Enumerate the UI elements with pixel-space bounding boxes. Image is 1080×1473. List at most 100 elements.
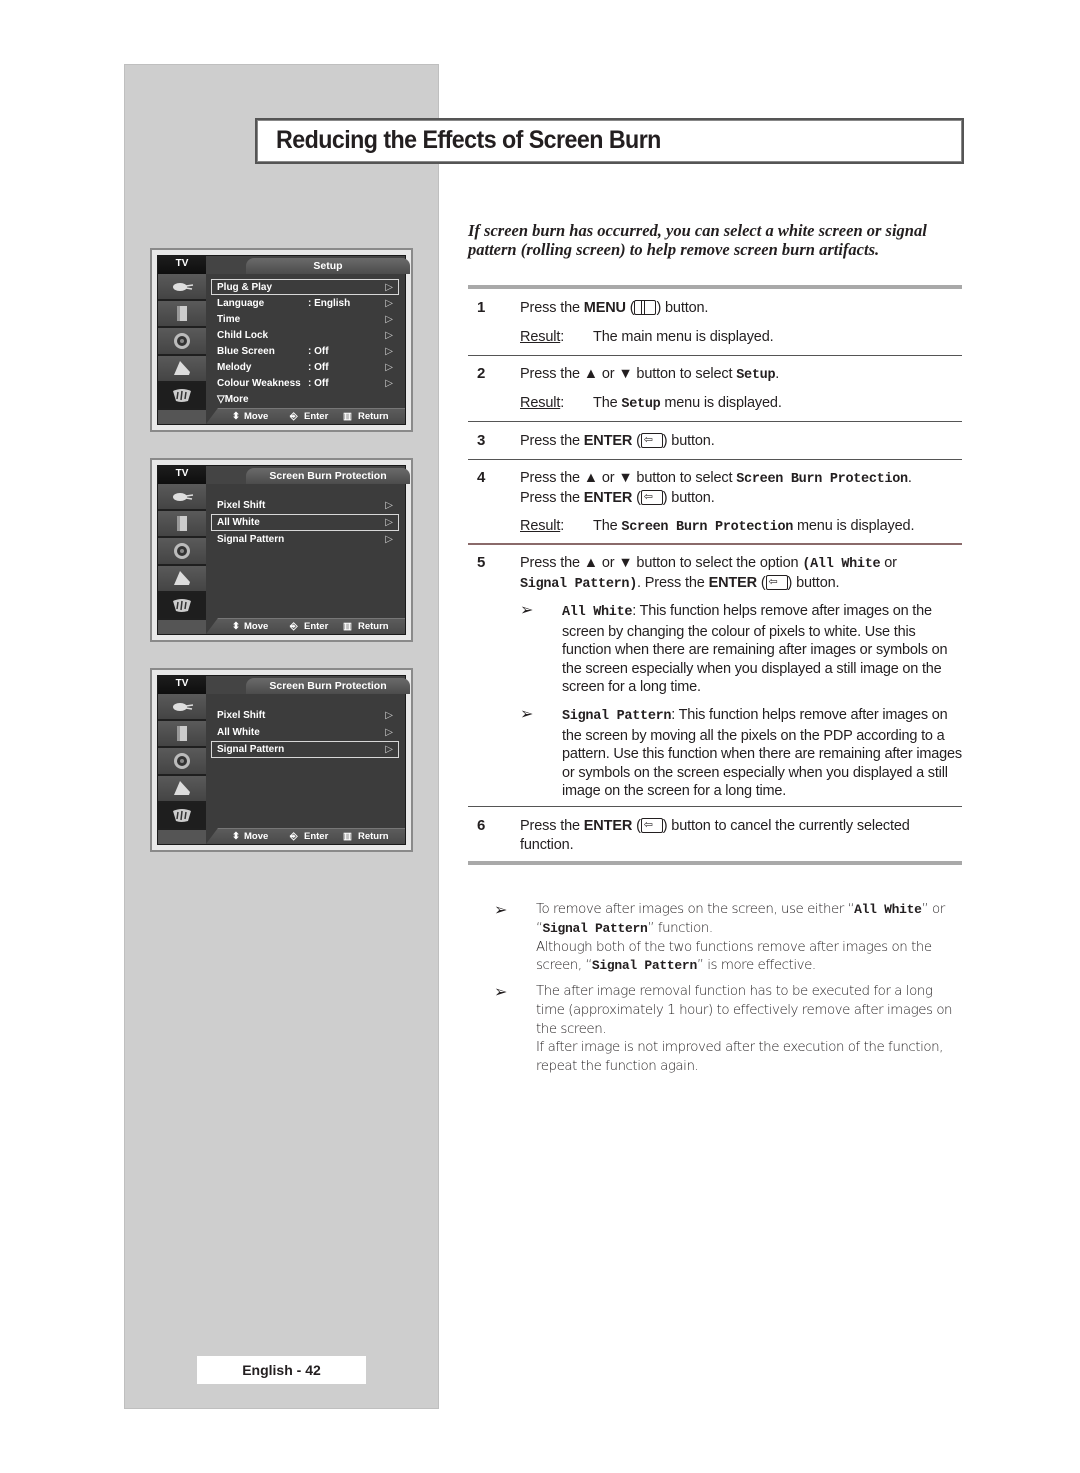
picture-icon	[158, 775, 206, 803]
enter-icon: ⎆	[290, 831, 298, 842]
osd-item-melody[interactable]: Melody: Off ▷	[211, 359, 399, 375]
plug-icon	[158, 484, 206, 512]
note-2: ➢ The after image removal function has t…	[494, 982, 953, 1075]
arrow-right-icon: ▷	[385, 330, 393, 341]
arrow-right-icon: ▷	[385, 710, 393, 721]
osd-footer: ⬍ Move ⎆ Enter ▥ Return	[206, 618, 405, 634]
step-2-text: Press the ▲ or ▼ button to select Setup.	[520, 366, 780, 383]
setup-icon	[158, 382, 206, 411]
speaker-icon	[158, 538, 206, 566]
setup-icon	[158, 592, 206, 621]
tv-tab: TV	[158, 466, 206, 484]
picture-icon	[158, 565, 206, 593]
step-2-result: Result: The Setup menu is displayed.	[520, 395, 782, 412]
arrow-right-icon: ▷	[385, 362, 393, 373]
osd-item-signal-pattern[interactable]: Signal Pattern ▷	[211, 741, 399, 758]
updown-icon: ⬍	[232, 411, 240, 422]
osd-item-language[interactable]: Language: English ▷	[211, 295, 399, 311]
antenna-icon	[158, 301, 206, 329]
step-4-result: Result: The Screen Burn Protection menu i…	[520, 518, 915, 535]
tv-tab: TV	[158, 256, 206, 274]
divider	[468, 459, 962, 460]
updown-icon: ⬍	[232, 621, 240, 632]
step-1-text: Press the MENU () button.	[520, 300, 709, 316]
page-number: English - 42	[197, 1356, 366, 1384]
osd-sbp-all-white: TV Screen Burn Protection Pixel Shift ▷ A…	[150, 458, 413, 642]
speaker-icon	[158, 328, 206, 356]
osd-item-more[interactable]: ▽More	[211, 391, 399, 407]
arrow-bullet-icon: ➢	[520, 602, 534, 619]
arrow-right-icon: ▷	[385, 346, 393, 357]
osd-footer: ⬍ Move ⎆ Enter ▥ Return	[206, 408, 405, 424]
step-number: 3	[477, 432, 486, 449]
speaker-icon	[158, 748, 206, 776]
step-5-all-white-note: ➢ All White: This function helps remove …	[520, 602, 948, 695]
enter-icon: ⎆	[290, 621, 298, 632]
updown-icon: ⬍	[232, 831, 240, 842]
osd-item-pixel-shift[interactable]: Pixel Shift ▷	[211, 707, 399, 724]
step-number: 6	[477, 817, 486, 834]
divider	[468, 421, 962, 422]
arrow-right-icon: ▷	[385, 517, 393, 528]
arrow-bullet-icon: ➢	[494, 982, 507, 1001]
plug-icon	[158, 274, 206, 302]
step-6-text: Press the ENTER () button to cancel the …	[520, 816, 965, 855]
osd-item-blue-screen[interactable]: Blue Screen: Off ▷	[211, 343, 399, 359]
osd-item-pixel-shift[interactable]: Pixel Shift ▷	[211, 497, 399, 514]
arrow-right-icon: ▷	[385, 378, 393, 389]
osd-icon-column	[158, 694, 206, 831]
divider	[468, 543, 962, 545]
arrow-right-icon: ▷	[385, 314, 393, 325]
divider	[468, 806, 962, 807]
arrow-right-icon: ▷	[385, 298, 393, 309]
osd-item-all-white[interactable]: All White ▷	[211, 724, 399, 741]
menu-button-icon	[634, 300, 657, 315]
arrow-right-icon: ▷	[385, 727, 393, 738]
step-5-signal-pattern-note: ➢ Signal Pattern: This function helps re…	[520, 706, 962, 799]
step-5-text: Press the ▲ or ▼ button to select the op…	[520, 554, 965, 594]
enter-button-icon	[640, 431, 663, 450]
osd-item-child-lock[interactable]: Child Lock ▷	[211, 327, 399, 343]
divider	[468, 355, 962, 356]
arrow-right-icon: ▷	[385, 534, 393, 545]
antenna-icon	[158, 511, 206, 539]
note-1: ➢ To remove after images on the screen, …	[494, 900, 945, 974]
step-4-text: Press the ▲ or ▼ button to select Screen…	[520, 469, 965, 508]
divider	[468, 861, 962, 865]
osd-icon-column	[158, 274, 206, 411]
osd-item-all-white[interactable]: All White ▷	[211, 514, 399, 531]
osd-item-colour-weakness[interactable]: Colour Weakness: Off ▷	[211, 375, 399, 391]
page-title: Reducing the Effects of Screen Burn	[276, 126, 661, 154]
enter-button-icon	[765, 573, 788, 592]
plug-icon	[158, 694, 206, 722]
step-number: 4	[477, 469, 486, 486]
antenna-icon	[158, 721, 206, 749]
arrow-bullet-icon: ➢	[494, 900, 507, 919]
menu-icon: ▥	[343, 411, 352, 422]
divider	[468, 285, 962, 289]
step-number: 2	[477, 365, 486, 382]
arrow-right-icon: ▷	[385, 500, 393, 511]
arrow-right-icon: ▷	[385, 282, 393, 293]
osd-setup-menu: TV Setup Plug & Play ▷ Language: English ▷…	[150, 248, 413, 432]
osd-item-signal-pattern[interactable]: Signal Pattern ▷	[211, 531, 399, 548]
osd-item-time[interactable]: Time ▷	[211, 311, 399, 327]
tv-tab: TV	[158, 676, 206, 694]
osd-menu-title: Screen Burn Protection	[246, 468, 410, 484]
osd-menu-title: Screen Burn Protection	[246, 678, 410, 694]
osd-icon-column	[158, 484, 206, 621]
osd-menu-title: Setup	[246, 258, 410, 274]
title-box: Reducing the Effects of Screen Burn	[255, 118, 964, 164]
osd-footer: ⬍ Move ⎆ Enter ▥ Return	[206, 828, 405, 844]
arrow-bullet-icon: ➢	[520, 706, 534, 723]
step-number: 5	[477, 554, 486, 571]
setup-icon	[158, 802, 206, 831]
step-1-result: Result: The main menu is displayed.	[520, 329, 774, 345]
intro-text: If screen burn has occurred, you can sel…	[468, 221, 927, 259]
picture-icon	[158, 355, 206, 383]
arrow-right-icon: ▷	[385, 744, 393, 755]
enter-button-icon	[640, 488, 663, 507]
menu-icon: ▥	[343, 621, 352, 632]
menu-icon: ▥	[343, 831, 352, 842]
osd-item-plug-play[interactable]: Plug & Play ▷	[211, 279, 399, 295]
